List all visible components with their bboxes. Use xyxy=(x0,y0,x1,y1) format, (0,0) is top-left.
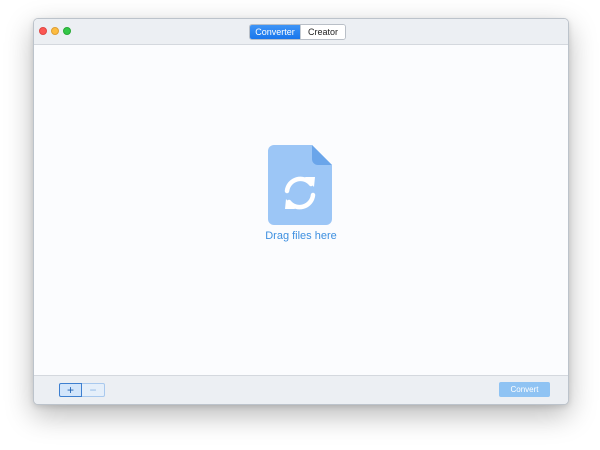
tab-creator[interactable]: Creator xyxy=(300,25,345,39)
convert-button[interactable]: Convert xyxy=(499,382,550,397)
remove-file-button[interactable]: − xyxy=(82,383,105,397)
file-drop-zone[interactable]: Drag files here xyxy=(34,45,568,375)
drop-hint-label: Drag files here xyxy=(265,230,337,242)
title-bar: Converter Creator xyxy=(34,19,568,45)
add-file-button[interactable]: + xyxy=(59,383,82,397)
minimize-window-button[interactable] xyxy=(51,27,59,35)
tab-converter[interactable]: Converter xyxy=(250,25,300,39)
file-convert-icon xyxy=(268,145,332,225)
zoom-window-button[interactable] xyxy=(63,27,71,35)
add-remove-control: + − xyxy=(59,383,105,397)
mode-segmented-control: Converter Creator xyxy=(249,24,346,40)
app-window: Converter Creator Drag files here + − Co… xyxy=(33,18,569,405)
bottom-toolbar: + − Convert xyxy=(34,375,568,404)
close-window-button[interactable] xyxy=(39,27,47,35)
